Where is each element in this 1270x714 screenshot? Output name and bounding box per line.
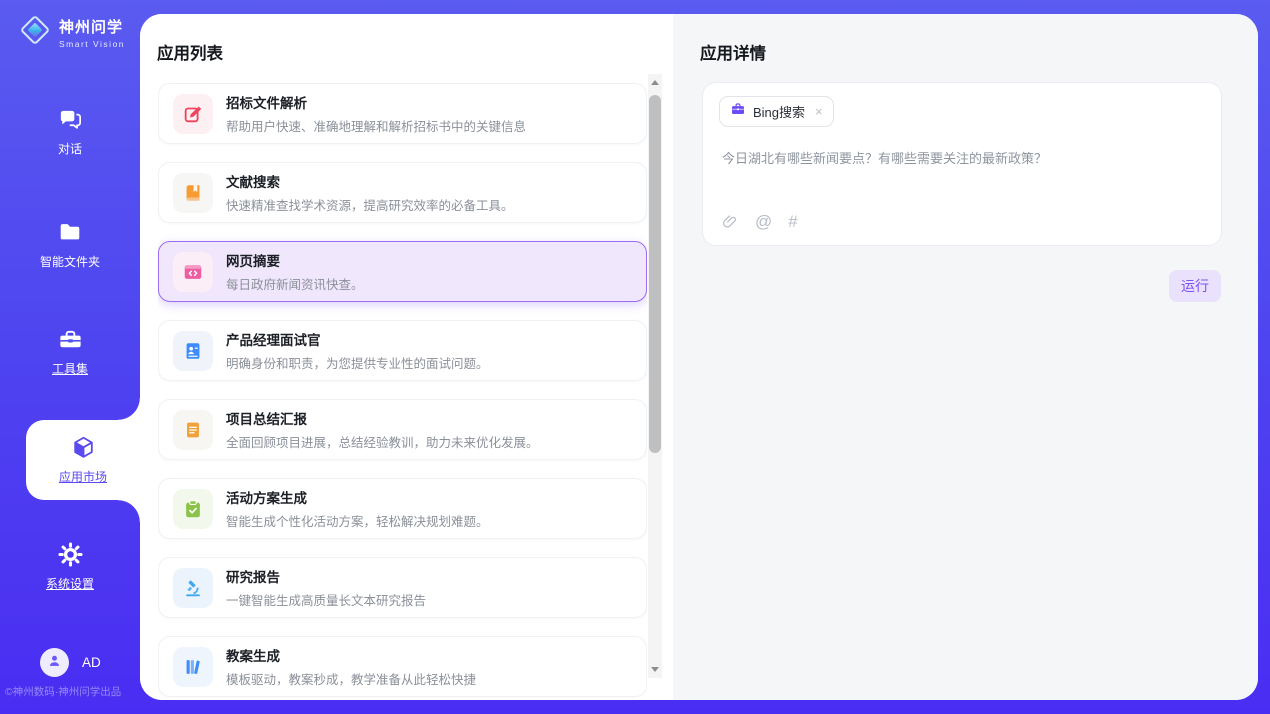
sidebar-item-label: 系统设置: [0, 575, 140, 592]
app-card[interactable]: 活动方案生成 智能生成个性化活动方案，轻松解决规划难题。: [158, 478, 647, 539]
microscope-icon: [173, 568, 213, 608]
gear-icon: [0, 540, 140, 568]
app-card[interactable]: 项目总结汇报 全面回顾项目进展，总结经验教训，助力未来优化发展。: [158, 399, 647, 460]
app-desc: 一键智能生成高质量长文本研究报告: [226, 590, 426, 609]
books-icon: [173, 647, 213, 687]
app-title: 产品经理面试官: [226, 329, 489, 349]
app-card[interactable]: 文献搜索 快速精准查找学术资源，提高研究效率的必备工具。: [158, 162, 647, 223]
app-card[interactable]: 产品经理面试官 明确身份和职责，为您提供专业性的面试问题。: [158, 320, 647, 381]
folder-icon: [0, 218, 140, 246]
app-title: 招标文件解析: [226, 92, 526, 112]
paperclip-icon[interactable]: [722, 213, 739, 230]
user-avatar-icon: [46, 652, 63, 674]
book-icon: [173, 173, 213, 213]
at-icon[interactable]: @: [755, 213, 772, 230]
app-desc: 智能生成个性化活动方案，轻松解决规划难题。: [226, 511, 489, 530]
sidebar-item-folder[interactable]: 智能文件夹: [0, 218, 140, 270]
app-detail-panel: 应用详情 Bing搜索 × 今日湖北有哪些新闻要点？有哪些需要关注的最新政: [673, 14, 1258, 700]
copyright-text: ©神州数码·神州问学出品: [5, 684, 140, 699]
brand-subtitle: Smart Vision: [59, 39, 125, 49]
sidebar-item-label: 工具集: [0, 360, 140, 377]
resume-icon: [173, 331, 213, 371]
diamond-logo-icon: [18, 13, 52, 52]
briefcase-icon: [730, 101, 746, 122]
app-desc: 明确身份和职责，为您提供专业性的面试问题。: [226, 353, 489, 372]
hash-icon[interactable]: #: [788, 213, 797, 230]
app-card[interactable]: 网页摘要 每日政府新闻资讯快查。: [158, 241, 647, 302]
app-desc: 每日政府新闻资讯快查。: [226, 274, 364, 293]
sidebar-item-label: 应用市场: [26, 468, 140, 485]
app-card[interactable]: 研究报告 一键智能生成高质量长文本研究报告: [158, 557, 647, 618]
cube-icon: [26, 420, 140, 461]
chip-close-icon[interactable]: ×: [815, 105, 823, 118]
app-card[interactable]: 招标文件解析 帮助用户快速、准确地理解和解析招标书中的关键信息: [158, 83, 647, 144]
app-desc: 全面回顾项目进展，总结经验教训，助力未来优化发展。: [226, 432, 539, 451]
app-detail-title: 应用详情: [700, 40, 766, 64]
app-desc: 快速精准查找学术资源，提高研究效率的必备工具。: [226, 195, 514, 214]
app-desc: 模板驱动，教案秒成，教学准备从此轻松快捷: [226, 669, 476, 688]
user-initials: AD: [82, 655, 101, 670]
scrollbar-up-arrow-icon[interactable]: [648, 76, 662, 89]
prompt-input[interactable]: 今日湖北有哪些新闻要点？有哪些需要关注的最新政策？: [722, 149, 1201, 169]
app-title: 文献搜索: [226, 171, 514, 191]
app-window: 神州问学 Smart Vision 对话 智能文件夹 工具集 应用市场 系统设置: [0, 0, 1270, 714]
scrollbar[interactable]: [648, 74, 662, 678]
tool-chip-label: Bing搜索: [753, 102, 805, 121]
sidebar-item-toolbox[interactable]: 工具集: [0, 325, 140, 377]
prompt-card: Bing搜索 × 今日湖北有哪些新闻要点？有哪些需要关注的最新政策？ @ #: [702, 82, 1222, 246]
brand-name: 神州问学: [59, 16, 125, 37]
user-account[interactable]: AD: [40, 648, 101, 677]
browser-code-icon: [173, 252, 213, 292]
run-button[interactable]: 运行: [1169, 270, 1221, 302]
sidebar-item-label: 智能文件夹: [0, 253, 140, 270]
doc-edit-icon: [173, 94, 213, 134]
app-card[interactable]: 教案生成 模板驱动，教案秒成，教学准备从此轻松快捷: [158, 636, 647, 697]
sidebar-item-label: 对话: [0, 140, 140, 157]
app-list-panel: 应用列表 招标文件解析 帮助用户快速、准确地理解和解析招标书中的关键信息 文献搜…: [140, 14, 673, 700]
clipboard-check-icon: [173, 489, 213, 529]
app-list-title: 应用列表: [157, 40, 223, 64]
main-content: 应用列表 招标文件解析 帮助用户快速、准确地理解和解析招标书中的关键信息 文献搜…: [140, 14, 1258, 700]
app-title: 项目总结汇报: [226, 408, 539, 428]
tool-chip-bing-search[interactable]: Bing搜索 ×: [719, 96, 834, 127]
brand-logo: 神州问学 Smart Vision: [18, 13, 125, 52]
scrollbar-down-arrow-icon[interactable]: [648, 663, 662, 676]
scrollbar-thumb[interactable]: [649, 95, 661, 453]
toolbox-icon: [0, 325, 140, 353]
app-title: 网页摘要: [226, 250, 364, 270]
app-desc: 帮助用户快速、准确地理解和解析招标书中的关键信息: [226, 116, 526, 135]
sidebar-item-cube[interactable]: 应用市场: [26, 420, 140, 500]
notepad-icon: [173, 410, 213, 450]
app-title: 研究报告: [226, 566, 426, 586]
app-title: 教案生成: [226, 645, 476, 665]
prompt-toolbar: @ #: [722, 213, 798, 230]
app-list: 招标文件解析 帮助用户快速、准确地理解和解析招标书中的关键信息 文献搜索 快速精…: [158, 83, 647, 698]
app-title: 活动方案生成: [226, 487, 489, 507]
sidebar-item-gear[interactable]: 系统设置: [0, 540, 140, 592]
chat-icon: [0, 105, 140, 133]
avatar: [40, 648, 69, 677]
sidebar-item-chat[interactable]: 对话: [0, 105, 140, 157]
sidebar: 神州问学 Smart Vision 对话 智能文件夹 工具集 应用市场 系统设置: [0, 0, 140, 714]
